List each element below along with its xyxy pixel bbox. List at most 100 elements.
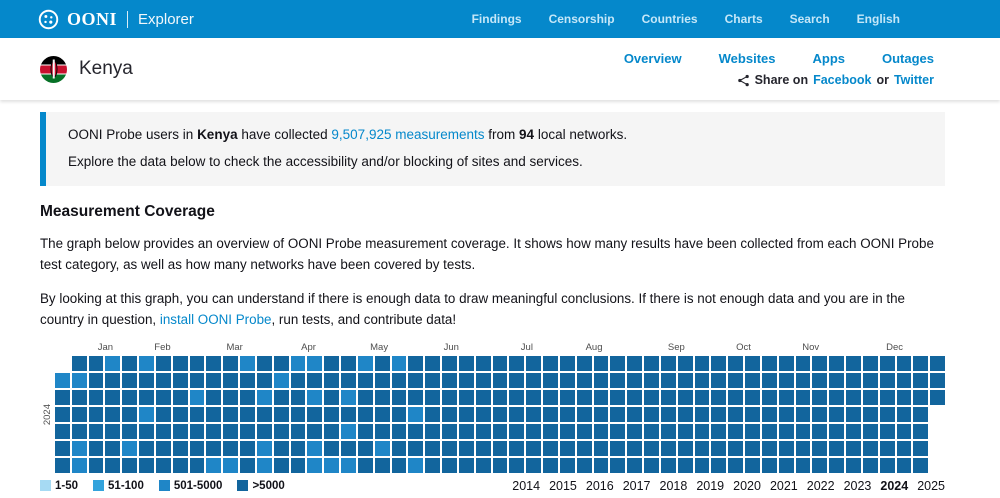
heatmap-cell[interactable] xyxy=(190,407,205,422)
heatmap-cell[interactable] xyxy=(139,390,154,405)
heatmap-cell[interactable] xyxy=(779,441,794,456)
heatmap-cell[interactable] xyxy=(408,458,423,473)
heatmap-cell[interactable] xyxy=(796,373,811,388)
heatmap-cell[interactable] xyxy=(206,373,221,388)
heatmap-cell[interactable] xyxy=(627,458,642,473)
heatmap-cell[interactable] xyxy=(442,458,457,473)
heatmap-cell[interactable] xyxy=(105,407,120,422)
heatmap-cell[interactable] xyxy=(796,441,811,456)
heatmap-cell[interactable] xyxy=(610,407,625,422)
heatmap-cell[interactable] xyxy=(829,458,844,473)
heatmap-cell[interactable] xyxy=(779,458,794,473)
heatmap-cell[interactable] xyxy=(897,356,912,371)
heatmap-cell[interactable] xyxy=(223,373,238,388)
nav-item-search[interactable]: Search xyxy=(790,12,830,26)
heatmap-cell[interactable] xyxy=(274,390,289,405)
measurements-count-link[interactable]: 9,507,925 measurements xyxy=(331,127,484,142)
heatmap-cell[interactable] xyxy=(728,441,743,456)
heatmap-cell[interactable] xyxy=(324,407,339,422)
heatmap-cell[interactable] xyxy=(897,458,912,473)
heatmap-cell[interactable] xyxy=(105,356,120,371)
heatmap-cell[interactable] xyxy=(526,390,541,405)
nav-item-charts[interactable]: Charts xyxy=(725,12,763,26)
heatmap-cell[interactable] xyxy=(442,407,457,422)
heatmap-cell[interactable] xyxy=(55,424,70,439)
heatmap-cell[interactable] xyxy=(863,407,878,422)
heatmap-cell[interactable] xyxy=(274,356,289,371)
heatmap-cell[interactable] xyxy=(358,458,373,473)
heatmap-cell[interactable] xyxy=(577,458,592,473)
install-ooni-probe-link[interactable]: install OONI Probe xyxy=(160,312,272,327)
heatmap-cell[interactable] xyxy=(711,356,726,371)
heatmap-cell[interactable] xyxy=(476,441,491,456)
heatmap-cell[interactable] xyxy=(846,441,861,456)
heatmap-cell[interactable] xyxy=(627,356,642,371)
heatmap-cell[interactable] xyxy=(526,441,541,456)
heatmap-cell[interactable] xyxy=(678,390,693,405)
heatmap-cell[interactable] xyxy=(577,441,592,456)
heatmap-cell[interactable] xyxy=(661,390,676,405)
heatmap-cell[interactable] xyxy=(627,441,642,456)
heatmap-cell[interactable] xyxy=(560,390,575,405)
heatmap-cell[interactable] xyxy=(206,441,221,456)
heatmap-cell[interactable] xyxy=(493,424,508,439)
heatmap-cell[interactable] xyxy=(425,390,440,405)
heatmap-cell[interactable] xyxy=(392,407,407,422)
heatmap-cell[interactable] xyxy=(829,390,844,405)
heatmap-cell[interactable] xyxy=(577,356,592,371)
heatmap-cell[interactable] xyxy=(627,373,642,388)
heatmap-cell[interactable] xyxy=(223,356,238,371)
heatmap-cell[interactable] xyxy=(560,407,575,422)
heatmap-cell[interactable] xyxy=(610,390,625,405)
heatmap-cell[interactable] xyxy=(173,373,188,388)
heatmap-cell[interactable] xyxy=(829,407,844,422)
heatmap-cell[interactable] xyxy=(493,458,508,473)
heatmap-cell[interactable] xyxy=(695,373,710,388)
year-link-2017[interactable]: 2017 xyxy=(623,479,651,493)
heatmap-cell[interactable] xyxy=(459,424,474,439)
heatmap-cell[interactable] xyxy=(89,458,104,473)
heatmap-cell[interactable] xyxy=(392,458,407,473)
year-link-2020[interactable]: 2020 xyxy=(733,479,761,493)
heatmap-cell[interactable] xyxy=(55,458,70,473)
heatmap-cell[interactable] xyxy=(425,458,440,473)
heatmap-cell[interactable] xyxy=(223,424,238,439)
heatmap-cell[interactable] xyxy=(257,424,272,439)
heatmap-cell[interactable] xyxy=(610,458,625,473)
heatmap-cell[interactable] xyxy=(627,390,642,405)
heatmap-cell[interactable] xyxy=(173,356,188,371)
heatmap-cell[interactable] xyxy=(543,356,558,371)
heatmap-cell[interactable] xyxy=(190,373,205,388)
heatmap-cell[interactable] xyxy=(880,407,895,422)
heatmap-cell[interactable] xyxy=(408,424,423,439)
heatmap-cell[interactable] xyxy=(173,407,188,422)
heatmap-cell[interactable] xyxy=(156,407,171,422)
heatmap-cell[interactable] xyxy=(493,390,508,405)
heatmap-cell[interactable] xyxy=(89,356,104,371)
heatmap-cell[interactable] xyxy=(526,458,541,473)
heatmap-cell[interactable] xyxy=(173,458,188,473)
heatmap-cell[interactable] xyxy=(526,407,541,422)
heatmap-cell[interactable] xyxy=(543,441,558,456)
heatmap-cell[interactable] xyxy=(863,424,878,439)
heatmap-cell[interactable] xyxy=(459,458,474,473)
heatmap-cell[interactable] xyxy=(897,373,912,388)
heatmap-cell[interactable] xyxy=(644,407,659,422)
heatmap-cell[interactable] xyxy=(173,441,188,456)
heatmap-cell[interactable] xyxy=(509,390,524,405)
heatmap-cell[interactable] xyxy=(627,407,642,422)
heatmap-cell[interactable] xyxy=(291,458,306,473)
heatmap-cell[interactable] xyxy=(291,407,306,422)
heatmap-cell[interactable] xyxy=(105,424,120,439)
heatmap-cell[interactable] xyxy=(644,373,659,388)
heatmap-cell[interactable] xyxy=(257,390,272,405)
heatmap-cell[interactable] xyxy=(728,373,743,388)
heatmap-cell[interactable] xyxy=(307,458,322,473)
heatmap-cell[interactable] xyxy=(594,424,609,439)
heatmap-cell[interactable] xyxy=(543,407,558,422)
heatmap-cell[interactable] xyxy=(779,356,794,371)
heatmap-cell[interactable] xyxy=(644,390,659,405)
heatmap-cell[interactable] xyxy=(762,390,777,405)
heatmap-cell[interactable] xyxy=(796,424,811,439)
heatmap-cell[interactable] xyxy=(762,441,777,456)
